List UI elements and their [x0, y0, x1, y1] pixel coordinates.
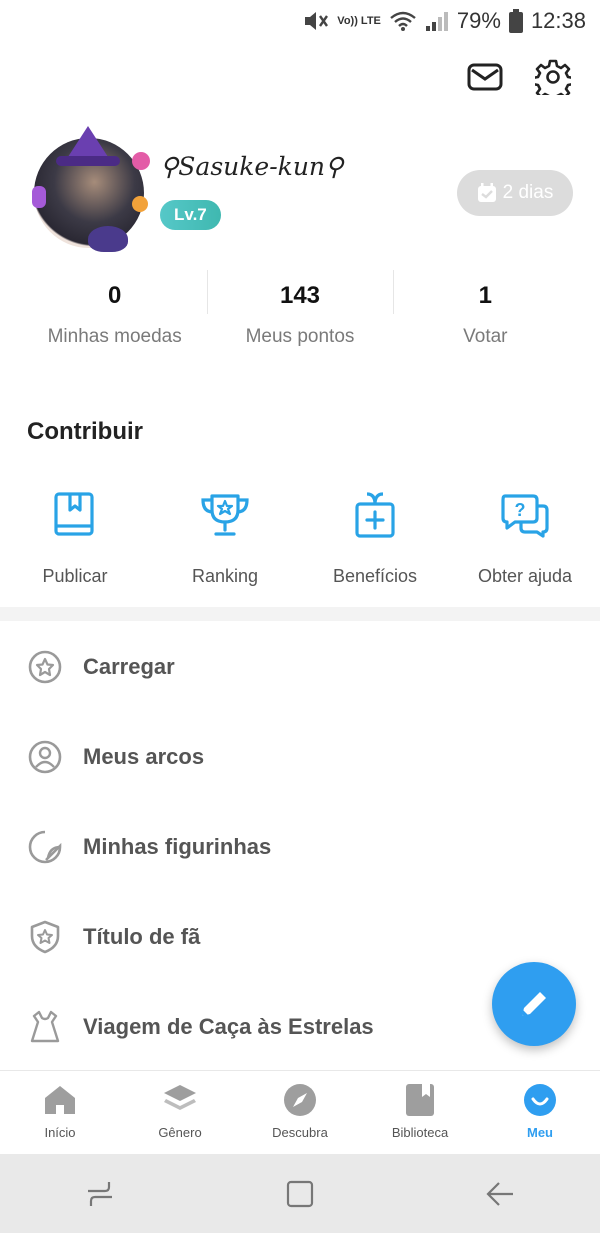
- contribute-publish[interactable]: Publicar: [0, 490, 150, 587]
- witch-hat-decoration: [66, 126, 110, 160]
- header-actions: [466, 58, 572, 96]
- star-circle-icon: [27, 649, 63, 685]
- gift-icon: [355, 492, 395, 538]
- stat-points[interactable]: 143 Meus pontos: [207, 268, 392, 348]
- nav-label: Gênero: [158, 1125, 202, 1140]
- nav-discover[interactable]: Descubra: [240, 1071, 360, 1154]
- settings-button[interactable]: [534, 58, 572, 96]
- stat-coins[interactable]: 0 Minhas moedas: [22, 268, 207, 348]
- network-label: Vo)) LTE: [337, 14, 381, 27]
- mute-icon: [305, 12, 329, 30]
- status-bar: Vo)) LTE 79% 12:38: [0, 0, 600, 42]
- hat-brim-decoration: [56, 156, 120, 166]
- svg-text:?: ?: [515, 500, 526, 520]
- system-nav-bar: [0, 1154, 600, 1233]
- stat-label: Minhas moedas: [47, 326, 182, 347]
- level-badge: Lv.7: [160, 200, 221, 230]
- nav-library[interactable]: Biblioteca: [360, 1071, 480, 1154]
- back-button[interactable]: [470, 1169, 530, 1219]
- home-icon: [45, 1086, 75, 1114]
- pumpkin-decoration: [132, 196, 148, 212]
- contribute-label: Obter ajuda: [477, 566, 573, 586]
- compass-icon: [284, 1084, 316, 1116]
- nav-label: Meu: [527, 1125, 553, 1140]
- wifi-icon: [390, 11, 416, 31]
- nav-label: Início: [44, 1125, 76, 1140]
- stats-row: 0 Minhas moedas 143 Meus pontos 1 Votar: [22, 268, 578, 348]
- nav-label: Biblioteca: [391, 1125, 449, 1140]
- contribute-grid: Publicar Ranking Benefícios ? Obter ajud…: [0, 490, 600, 587]
- candy-decoration: [132, 152, 150, 170]
- help-chat-icon: ?: [501, 494, 549, 538]
- menu-item-label: Viagem de Caça às Estrelas: [83, 1014, 374, 1039]
- checkin-label: 2 dias: [502, 182, 554, 203]
- stat-votes[interactable]: 1 Votar: [392, 268, 578, 348]
- battery-icon: [508, 9, 523, 33]
- square-icon: [286, 1180, 314, 1207]
- stat-label: Meus pontos: [245, 326, 355, 347]
- shield-star-icon: [27, 919, 63, 955]
- clock: 12:38: [530, 8, 586, 33]
- trophy-icon: [201, 494, 249, 536]
- menu-item-label: Meus arcos: [83, 744, 205, 769]
- stat-value: 1: [478, 282, 492, 309]
- contribute-help[interactable]: ? Obter ajuda: [450, 490, 600, 587]
- menu-item-label: Título de fã: [83, 924, 201, 949]
- avatar[interactable]: [24, 126, 154, 256]
- calendar-check-icon: [477, 183, 496, 202]
- menu-item-my-arcs[interactable]: Meus arcos: [0, 712, 600, 802]
- user-circle-icon: [27, 739, 63, 775]
- nav-me[interactable]: Meu: [480, 1071, 600, 1154]
- candy-decoration: [32, 186, 46, 208]
- nav-home[interactable]: Início: [0, 1071, 120, 1154]
- battery-percent: 79%: [456, 8, 501, 33]
- compose-fab[interactable]: [492, 962, 576, 1046]
- stat-label: Votar: [463, 326, 508, 347]
- stat-value: 143: [279, 282, 321, 309]
- bookmark-book-icon: [406, 1084, 434, 1116]
- recents-button[interactable]: [70, 1169, 130, 1219]
- recents-icon: [88, 1181, 112, 1206]
- contribute-label: Benefícios: [332, 566, 418, 586]
- nav-label: Descubra: [272, 1125, 328, 1140]
- menu-item-upload[interactable]: Carregar: [0, 622, 600, 712]
- gear-icon: [535, 59, 571, 95]
- signal-icon: [425, 12, 448, 31]
- stat-value: 0: [107, 282, 122, 309]
- contribute-benefits[interactable]: Benefícios: [300, 490, 450, 587]
- section-divider: [0, 607, 600, 621]
- dress-icon: [27, 1009, 63, 1045]
- sticker-icon: [27, 829, 63, 865]
- nav-genre[interactable]: Gênero: [120, 1071, 240, 1154]
- username: ⚲Sasuke-kun⚲: [160, 152, 344, 181]
- menu-item-label: Minhas figurinhas: [83, 834, 272, 859]
- checkin-button[interactable]: 2 dias: [457, 170, 573, 216]
- mail-button[interactable]: [466, 58, 504, 96]
- mail-icon: [467, 63, 503, 91]
- home-system-button[interactable]: [270, 1169, 330, 1219]
- bottom-nav: Início Gênero Descubra Biblioteca Meu: [0, 1070, 600, 1154]
- book-icon: [54, 492, 94, 536]
- menu-item-label: Carregar: [83, 654, 175, 679]
- contribute-label: Ranking: [191, 566, 259, 586]
- back-arrow-icon: [486, 1181, 513, 1206]
- section-title-contribute: Contribuir: [27, 418, 143, 445]
- contribute-ranking[interactable]: Ranking: [150, 490, 300, 587]
- menu-item-stickers[interactable]: Minhas figurinhas: [0, 802, 600, 892]
- contribute-label: Publicar: [42, 566, 108, 586]
- layers-icon: [164, 1085, 196, 1110]
- pencil-icon: [522, 992, 546, 1016]
- smile-icon: [524, 1084, 556, 1116]
- bat-decoration: [88, 226, 128, 252]
